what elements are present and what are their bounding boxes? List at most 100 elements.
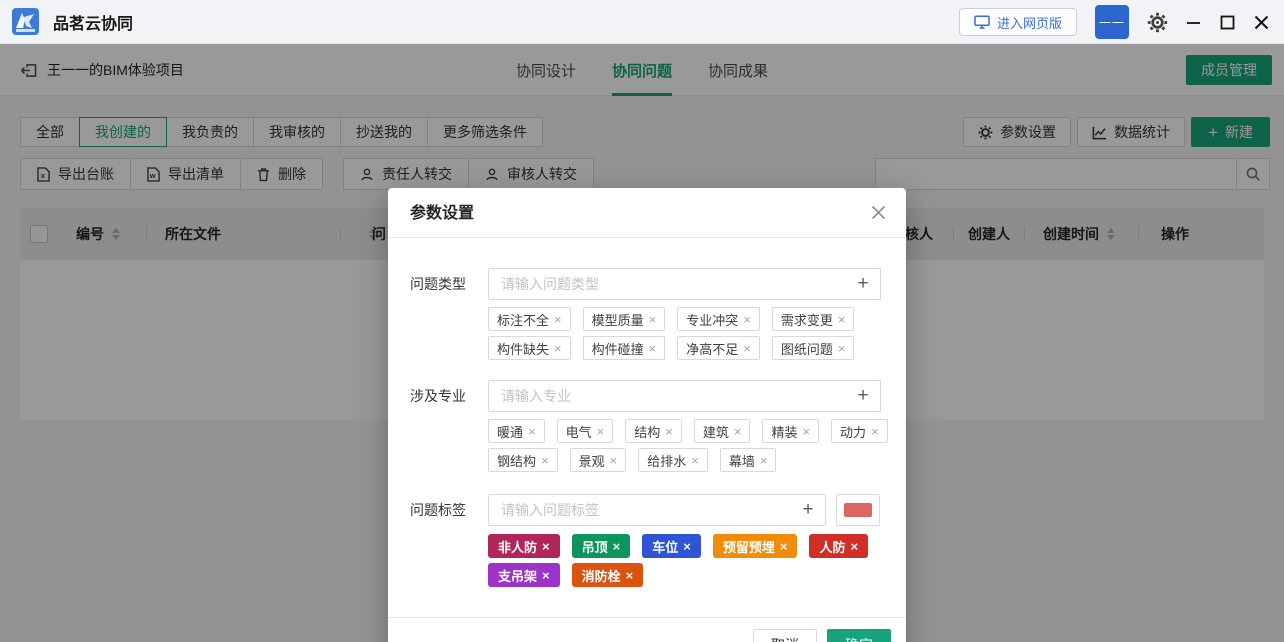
discipline-input-box: +	[488, 380, 881, 412]
tag-remove-icon[interactable]: ×	[838, 312, 846, 327]
issue-label-input-box: +	[488, 494, 826, 526]
tag-label: 构件缺失	[497, 339, 549, 358]
tag-remove-icon[interactable]: ×	[610, 453, 618, 468]
tag-label: 幕墙	[729, 451, 755, 470]
tag-chip: 构件碰撞 ×	[583, 336, 666, 360]
tag-chip: 车位×	[642, 534, 701, 558]
tag-remove-icon[interactable]: ×	[542, 539, 550, 554]
tag-label: 暖通	[497, 422, 523, 441]
tag-label: 图纸问题	[781, 339, 833, 358]
enter-web-version-button[interactable]: 进入网页版	[959, 8, 1077, 36]
tag-remove-icon[interactable]: ×	[850, 539, 858, 554]
tag-chip: 景观 ×	[570, 448, 627, 472]
window-maximize-button[interactable]	[1210, 0, 1244, 44]
dialog-footer: 取消 确定	[388, 617, 906, 642]
tag-row: 标注不全 × 模型质量 × 专业冲突 × 需求变更 ×	[488, 307, 866, 331]
tag-label: 模型质量	[592, 310, 644, 329]
user-avatar[interactable]: 一一	[1095, 5, 1129, 39]
tag-chip: 吊顶 ×	[572, 534, 631, 558]
discipline-label: 涉及专业	[410, 380, 482, 412]
tag-chip: 给排水×	[638, 448, 708, 472]
tag-row: 支吊架×消防栓×	[488, 563, 880, 587]
tag-label: 构件碰撞	[592, 339, 644, 358]
tag-remove-icon[interactable]: ×	[780, 539, 788, 554]
tag-remove-icon[interactable]: ×	[760, 453, 768, 468]
tag-chip: 需求变更 ×	[772, 307, 855, 331]
tag-remove-icon[interactable]: ×	[871, 424, 879, 439]
tag-remove-icon[interactable]: ×	[802, 424, 810, 439]
issue-label-tags: 非人防×吊顶×车位×预留预埋×人防×支吊架×消防栓×	[488, 534, 880, 592]
tag-chip: 净高不足 ×	[677, 336, 760, 360]
tag-remove-icon[interactable]: ×	[541, 453, 549, 468]
tag-chip: 暖通 ×	[488, 419, 545, 443]
tag-remove-icon[interactable]: ×	[691, 453, 699, 468]
color-swatch	[844, 503, 872, 517]
tag-chip: 非人防 ×	[488, 534, 560, 558]
monitor-icon	[974, 15, 990, 29]
cancel-button[interactable]: 取消	[753, 629, 817, 642]
issue-label-label: 问题标签	[410, 494, 482, 526]
tag-chip: 幕墙 ×	[720, 448, 777, 472]
dialog-header: 参数设置	[388, 188, 906, 238]
tag-label: 钢结构	[497, 451, 536, 470]
tag-chip: 预留预埋 ×	[713, 534, 798, 558]
tag-label: 电气	[566, 422, 592, 441]
confirm-button[interactable]: 确定	[827, 629, 891, 642]
tag-chip: 动力 ×	[831, 419, 888, 443]
app-title: 品茗云协同	[53, 10, 133, 34]
tag-label: 吊顶	[582, 537, 608, 556]
tag-label: 标注不全	[497, 310, 549, 329]
tag-remove-icon[interactable]: ×	[554, 341, 562, 356]
window-minimize-button[interactable]	[1176, 0, 1210, 44]
tag-label: 动力	[840, 422, 866, 441]
tag-remove-icon[interactable]: ×	[838, 341, 846, 356]
tag-label: 需求变更	[781, 310, 833, 329]
settings-gear-icon[interactable]	[1147, 12, 1168, 33]
add-issue-type-button[interactable]: +	[846, 269, 880, 299]
issue-label-input[interactable]	[489, 502, 791, 518]
issue-type-input[interactable]	[489, 276, 846, 292]
tag-label: 预留预埋	[723, 537, 775, 556]
tag-chip: 精装×	[762, 419, 819, 443]
tag-chip: 建筑 ×	[694, 419, 751, 443]
app-logo	[12, 8, 39, 35]
tag-remove-icon[interactable]: ×	[683, 539, 691, 554]
tag-remove-icon[interactable]: ×	[613, 539, 621, 554]
tag-remove-icon[interactable]: ×	[528, 424, 536, 439]
tag-remove-icon[interactable]: ×	[554, 312, 562, 327]
tag-chip: 钢结构 ×	[488, 448, 558, 472]
tag-label: 建筑	[703, 422, 729, 441]
tag-remove-icon[interactable]: ×	[542, 568, 550, 583]
issue-type-input-box: +	[488, 268, 881, 300]
window-close-button[interactable]	[1244, 0, 1278, 44]
dialog-title: 参数设置	[410, 188, 474, 240]
discipline-tags: 暖通×电气×结构×建筑×精装×动力×钢结构×景观×给排水×幕墙×	[488, 419, 900, 477]
tag-remove-icon[interactable]: ×	[665, 424, 673, 439]
tag-remove-icon[interactable]: ×	[626, 568, 634, 583]
tag-row: 非人防×吊顶×车位×预留预埋×人防×	[488, 534, 880, 558]
tag-row: 暖通×电气×结构×建筑×精装×动力×	[488, 419, 900, 443]
tag-label: 人防	[819, 537, 845, 556]
tag-label: 非人防	[498, 537, 537, 556]
tag-remove-icon[interactable]: ×	[649, 312, 657, 327]
tag-chip: 专业冲突 ×	[677, 307, 760, 331]
tag-row: 构件缺失 × 构件碰撞 × 净高不足 × 图纸问题 ×	[488, 336, 866, 360]
add-issue-label-button[interactable]: +	[791, 495, 825, 525]
param-settings-dialog: 参数设置 问题类型 + 标注不全×模型质量×专业冲突×需求变更×构件缺失×构件碰…	[388, 188, 906, 642]
window-titlebar: 品茗云协同 进入网页版 一一	[0, 0, 1284, 44]
tag-chip: 支吊架 ×	[488, 563, 560, 587]
discipline-input[interactable]	[489, 388, 846, 404]
tag-chip: 构件缺失 ×	[488, 336, 571, 360]
tag-label: 景观	[579, 451, 605, 470]
tag-remove-icon[interactable]: ×	[743, 312, 751, 327]
tag-remove-icon[interactable]: ×	[649, 341, 657, 356]
tag-remove-icon[interactable]: ×	[734, 424, 742, 439]
label-color-picker[interactable]	[836, 494, 880, 526]
tag-label: 净高不足	[686, 339, 738, 358]
tag-label: 专业冲突	[686, 310, 738, 329]
tag-label: 支吊架	[498, 566, 537, 585]
close-icon[interactable]	[871, 205, 886, 220]
tag-remove-icon[interactable]: ×	[597, 424, 605, 439]
add-discipline-button[interactable]: +	[846, 381, 880, 411]
tag-remove-icon[interactable]: ×	[743, 341, 751, 356]
